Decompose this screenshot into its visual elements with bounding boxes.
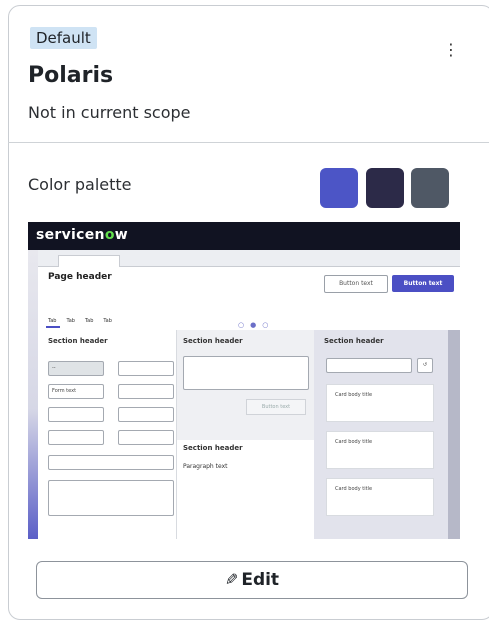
color-swatch-secondary — [366, 168, 404, 208]
preview-textarea — [183, 356, 309, 390]
divider — [8, 142, 489, 143]
preview-primary-button: Button text — [392, 275, 454, 292]
preview-side-rail — [28, 250, 38, 539]
preview-pager-dots: ○●○ — [238, 321, 275, 329]
preview-tab-indicator — [46, 326, 60, 328]
preview-section-header: Section header — [183, 337, 243, 345]
preview-disabled-button: Button text — [246, 399, 306, 415]
preview-tab: Tab — [66, 318, 75, 324]
preview-card-body: Card body title — [326, 478, 434, 516]
theme-preview: servicenow Page header Button text Butto… — [28, 222, 460, 539]
preview-outline-button: Button text — [324, 275, 388, 293]
preview-field — [118, 407, 174, 422]
preview-page-header: Page header — [48, 272, 112, 282]
preview-column-divider — [176, 330, 177, 539]
edit-button-label: Edit — [241, 570, 280, 590]
preview-search-field — [326, 358, 412, 373]
preview-tabs: Tab Tab Tab Tab — [48, 318, 122, 324]
pencil-icon: ✎ — [224, 570, 239, 589]
color-swatch-primary — [320, 168, 358, 208]
preview-field — [118, 384, 174, 399]
preview-field — [48, 430, 104, 445]
preview-card-body: Card body title — [326, 431, 434, 469]
preview-tab: Tab — [48, 318, 57, 324]
preview-field — [48, 407, 104, 422]
default-badge: Default — [30, 27, 97, 49]
preview-paragraph: Paragraph text — [183, 463, 228, 470]
preview-section-header: Section header — [48, 337, 108, 345]
preview-section-header: Section header — [324, 337, 384, 345]
color-swatch-tertiary — [411, 168, 449, 208]
preview-field — [48, 455, 174, 470]
preview-search-button: ↺ — [417, 358, 433, 373]
preview-textarea — [48, 480, 174, 516]
palette-label: Color palette — [28, 175, 132, 194]
preview-right-rail — [448, 330, 460, 539]
edit-button[interactable]: ✎ Edit — [36, 561, 468, 599]
preview-top-bar: servicenow — [28, 222, 460, 250]
servicenow-logo: servicenow — [36, 227, 128, 243]
preview-tab: Tab — [84, 318, 94, 324]
scope-status: Not in current scope — [28, 103, 191, 122]
more-vertical-icon[interactable]: ⋮ — [443, 42, 459, 58]
preview-card-body: Card body title — [326, 384, 434, 422]
preview-section-header: Section header — [183, 444, 243, 452]
theme-title: Polaris — [28, 63, 114, 88]
preview-field — [118, 361, 174, 376]
preview-field: -- — [48, 361, 104, 376]
preview-tab: Tab — [103, 318, 112, 324]
preview-field — [118, 430, 174, 445]
preview-field: Form text — [48, 384, 104, 399]
